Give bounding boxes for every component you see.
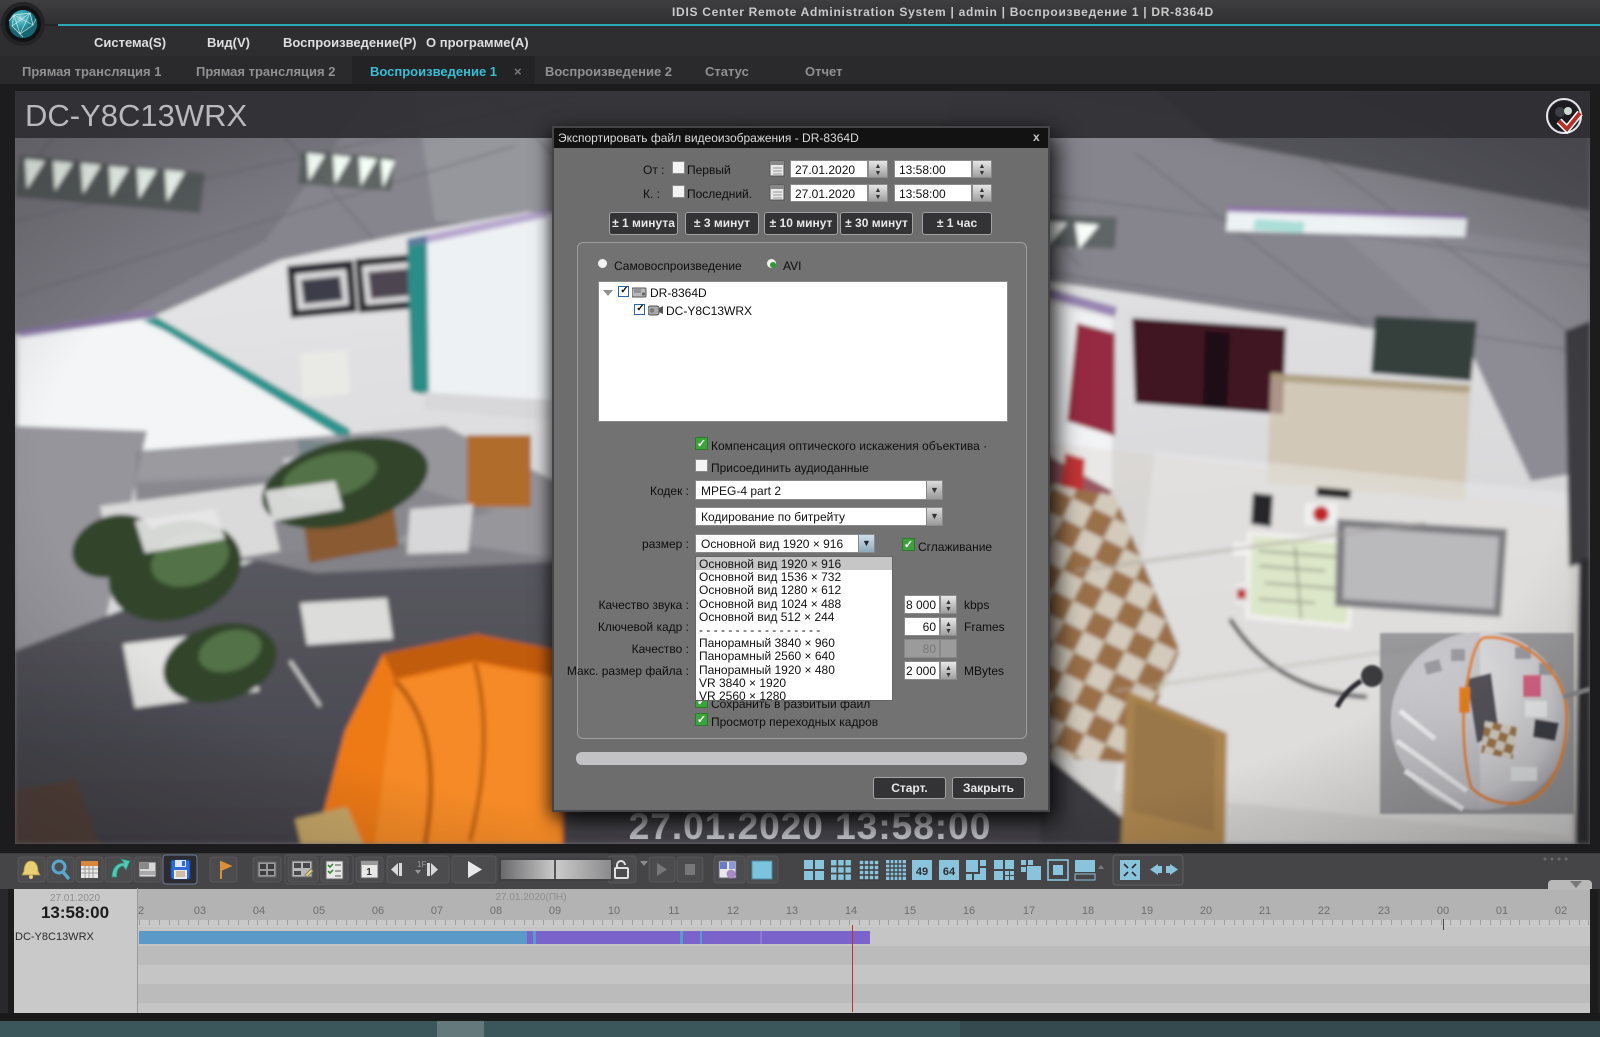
svg-text:49: 49 [916,866,928,878]
svg-text:DC-Y8C13WRX: DC-Y8C13WRX [25,98,248,133]
svg-text:1F: 1F [417,860,426,869]
svg-text:1: 1 [366,867,372,878]
svg-text:64: 64 [943,866,956,878]
